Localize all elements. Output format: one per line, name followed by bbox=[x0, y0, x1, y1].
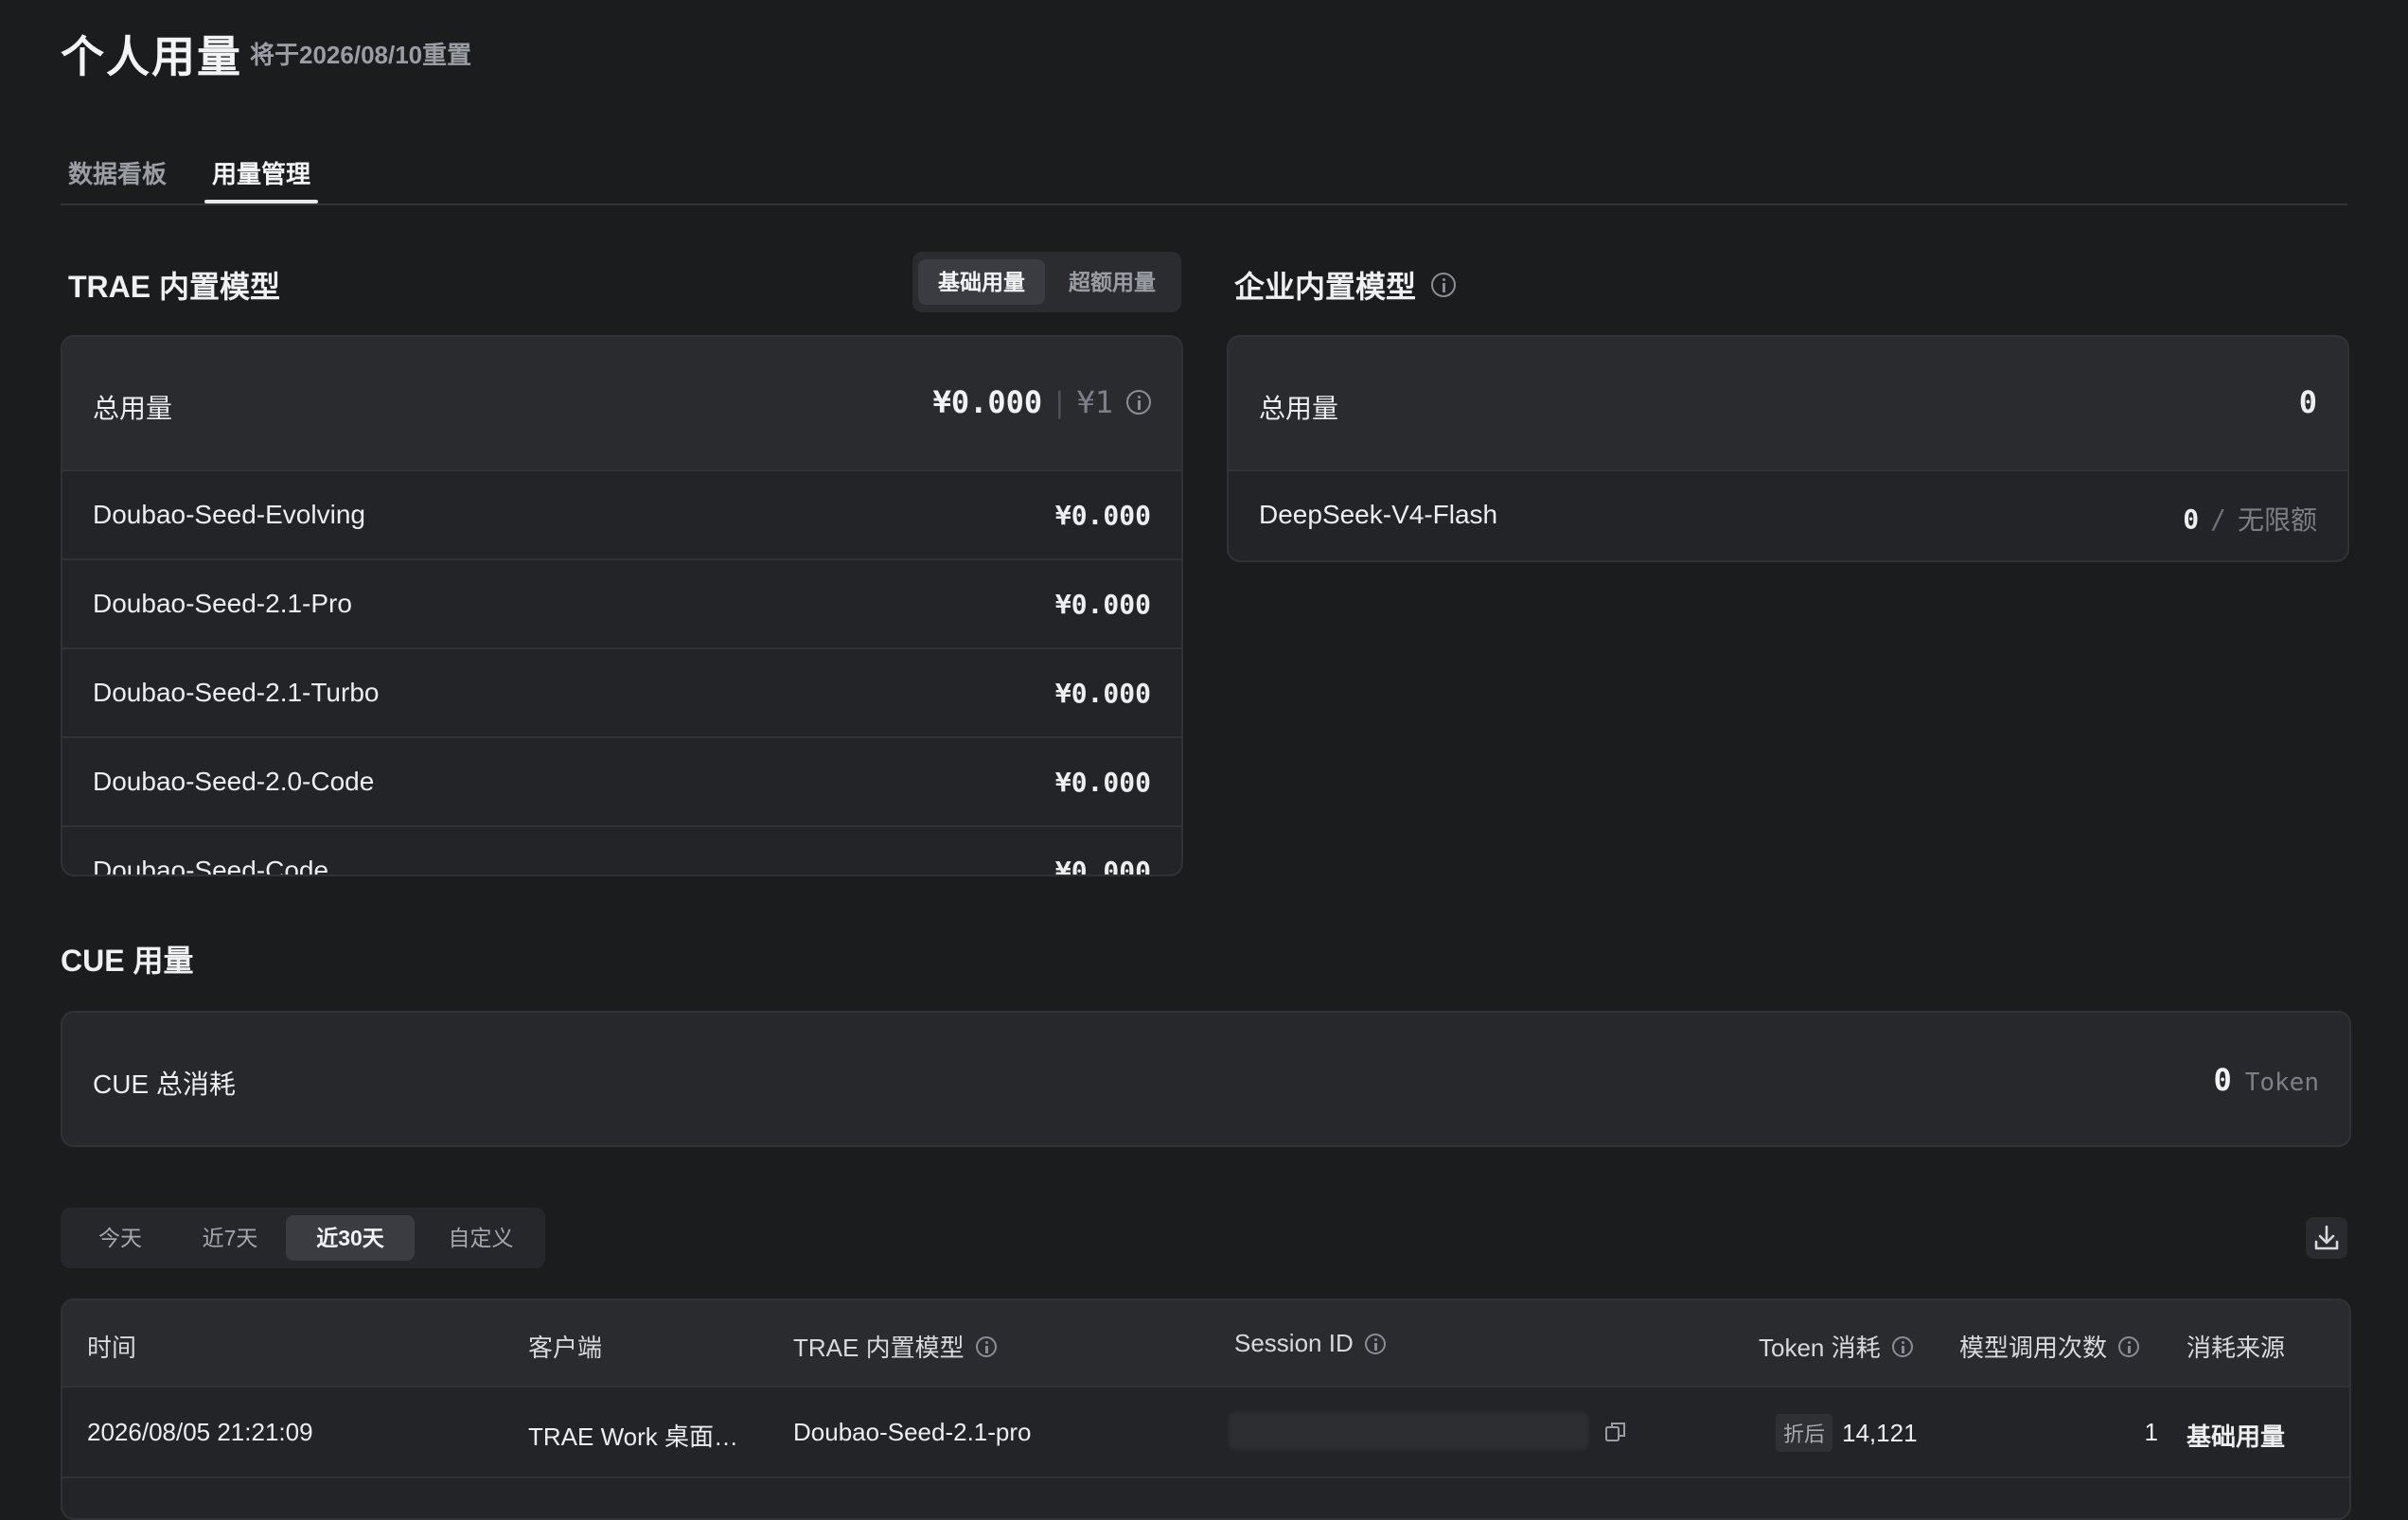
info-circle-icon[interactable] bbox=[1431, 273, 1457, 297]
tab-usage-management[interactable]: 用量管理 bbox=[212, 155, 310, 190]
usage-table: 时间 客户端 TRAE 内置模型 Session ID Token 消耗 模型调… bbox=[61, 1299, 2351, 1520]
cell-source: 基础用量 bbox=[2187, 1423, 2286, 1451]
header-session-id: Session ID bbox=[1234, 1329, 1386, 1358]
discount-badge: 折后 bbox=[1776, 1414, 1833, 1452]
model-amount: ¥0.000 bbox=[1054, 678, 1151, 709]
basic-usage-button[interactable]: 基础用量 bbox=[918, 259, 1045, 305]
model-row: Doubao-Seed-Evolving ¥0.000 bbox=[62, 471, 1181, 560]
cue-panel: CUE 总消耗 0 Token bbox=[61, 1011, 2351, 1147]
header-source: 消耗来源 bbox=[2187, 1334, 2286, 1362]
cue-total: 0 Token bbox=[2213, 1062, 2319, 1098]
session-id-redacted bbox=[1229, 1412, 1588, 1450]
cell-token: 折后 14,121 bbox=[1776, 1414, 1918, 1452]
tab-dashboard[interactable]: 数据看板 bbox=[68, 155, 167, 190]
trae-total-amount: ¥0.000 bbox=[932, 384, 1043, 420]
download-button[interactable] bbox=[2306, 1217, 2347, 1259]
model-usage-limit: 无限额 bbox=[2237, 505, 2317, 535]
range-30-days-button[interactable]: 近30天 bbox=[286, 1215, 415, 1261]
over-usage-button[interactable]: 超额用量 bbox=[1049, 259, 1176, 305]
cue-title: CUE 用量 bbox=[61, 944, 194, 978]
model-row: Doubao-Seed-Code ¥0.000 bbox=[62, 827, 1181, 876]
model-usage-separator: / bbox=[2210, 503, 2226, 535]
info-circle-icon[interactable] bbox=[2118, 1335, 2140, 1357]
enterprise-total-row: 总用量 0 bbox=[1229, 337, 2347, 471]
table-header: 时间 客户端 TRAE 内置模型 Session ID Token 消耗 模型调… bbox=[62, 1300, 2349, 1387]
model-name: DeepSeek-V4-Flash bbox=[1259, 500, 1498, 529]
model-name: Doubao-Seed-2.0-Code bbox=[93, 767, 375, 796]
model-amount: ¥0.000 bbox=[1054, 767, 1151, 798]
cue-total-value: 0 bbox=[2213, 1062, 2232, 1098]
cell-client: TRAE Work 桌面… bbox=[528, 1423, 738, 1451]
cell-time: 2026/08/05 21:21:09 bbox=[87, 1418, 313, 1446]
cell-calls: 1 bbox=[2144, 1418, 2158, 1446]
enterprise-model-usage: 0 / 无限额 bbox=[2183, 500, 2317, 538]
model-name: Doubao-Seed-2.1-Turbo bbox=[93, 678, 380, 707]
model-row: Doubao-Seed-2.0-Code ¥0.000 bbox=[62, 738, 1181, 827]
header-calls: 模型调用次数 bbox=[1959, 1329, 2140, 1364]
info-circle-icon[interactable] bbox=[1891, 1335, 1913, 1357]
table-row[interactable]: 2026/08/05 21:21:09 TRAE Work 桌面… Doubao… bbox=[62, 1387, 2349, 1478]
enterprise-total-label: 总用量 bbox=[1259, 394, 1339, 423]
page-title: 个人用量 bbox=[61, 32, 242, 81]
info-circle-icon[interactable] bbox=[1126, 390, 1151, 415]
model-amount: ¥0.000 bbox=[1054, 589, 1151, 620]
trae-total-limit: ¥1 bbox=[1076, 384, 1113, 420]
reset-note: 将于2026/08/10重置 bbox=[250, 41, 472, 69]
model-name: Doubao-Seed-2.1-Pro bbox=[93, 589, 352, 618]
model-name: Doubao-Seed-Code bbox=[93, 856, 329, 876]
info-circle-icon[interactable] bbox=[1364, 1333, 1386, 1354]
token-value: 14,121 bbox=[1842, 1419, 1918, 1447]
info-circle-icon[interactable] bbox=[975, 1335, 997, 1357]
model-amount: ¥0.000 bbox=[1054, 500, 1151, 531]
model-usage-value: 0 bbox=[2183, 503, 2200, 535]
model-name: Doubao-Seed-Evolving bbox=[93, 500, 365, 529]
enterprise-models-heading: 企业内置模型 bbox=[1234, 263, 1457, 307]
trae-total-separator: | bbox=[1055, 384, 1064, 419]
copy-icon[interactable] bbox=[1603, 1420, 1628, 1444]
enterprise-total-value: 0 bbox=[2298, 384, 2317, 420]
date-range-filter: 今天 近7天 近30天 自定义 bbox=[61, 1208, 545, 1268]
trae-models-panel: 总用量 ¥0.000 | ¥1 Doubao-Seed-Evolving ¥0.… bbox=[61, 335, 1183, 876]
cue-total-unit: Token bbox=[2244, 1069, 2319, 1097]
usage-type-toggle: 基础用量 超额用量 bbox=[912, 252, 1181, 312]
model-amount: ¥0.000 bbox=[1054, 856, 1151, 876]
header-token: Token 消耗 bbox=[1759, 1329, 1913, 1364]
trae-total-label: 总用量 bbox=[93, 394, 173, 423]
header-model: TRAE 内置模型 bbox=[793, 1329, 997, 1364]
model-row: Doubao-Seed-2.1-Turbo ¥0.000 bbox=[62, 649, 1181, 738]
header-time: 时间 bbox=[87, 1334, 137, 1362]
enterprise-model-row: DeepSeek-V4-Flash 0 / 无限额 bbox=[1229, 471, 2347, 558]
trae-total-values: ¥0.000 | ¥1 bbox=[933, 384, 1151, 420]
range-today-button[interactable]: 今天 bbox=[78, 1215, 163, 1261]
tabs-divider bbox=[61, 203, 2347, 205]
header-client: 客户端 bbox=[528, 1334, 603, 1362]
enterprise-models-panel: 总用量 0 DeepSeek-V4-Flash 0 / 无限额 bbox=[1227, 335, 2349, 562]
cell-model: Doubao-Seed-2.1-pro bbox=[793, 1418, 1032, 1446]
range-7-days-button[interactable]: 近7天 bbox=[178, 1215, 282, 1261]
cue-total-label: CUE 总消耗 bbox=[93, 1069, 236, 1099]
enterprise-models-title: 企业内置模型 bbox=[1234, 270, 1417, 304]
trae-models-title: TRAE 内置模型 bbox=[68, 270, 281, 304]
model-row: Doubao-Seed-2.1-Pro ¥0.000 bbox=[62, 560, 1181, 649]
range-custom-button[interactable]: 自定义 bbox=[426, 1215, 536, 1261]
download-icon bbox=[2314, 1225, 2339, 1250]
trae-total-row: 总用量 ¥0.000 | ¥1 bbox=[62, 337, 1181, 471]
